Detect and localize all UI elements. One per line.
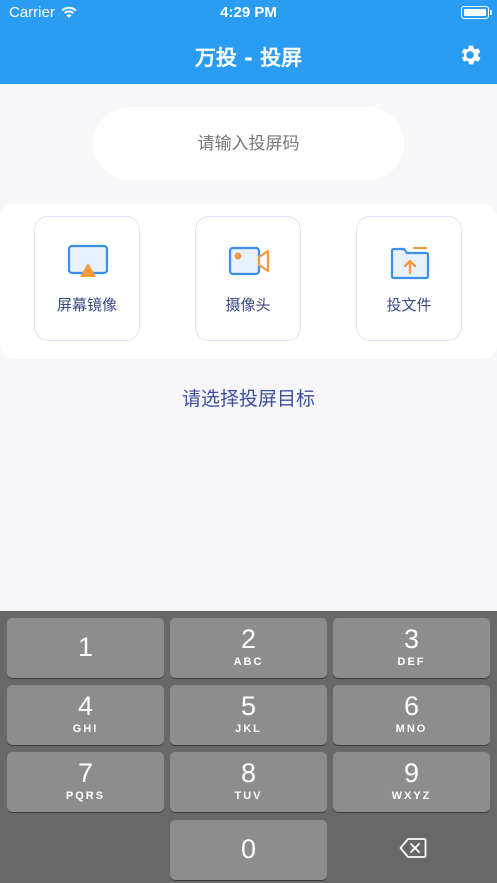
status-time: 4:29 PM: [220, 4, 277, 21]
option-camera[interactable]: 摄像头: [195, 216, 301, 341]
key-9[interactable]: 9 WXYZ: [333, 752, 490, 812]
key-digit: 2: [240, 624, 257, 654]
page-title: 万投 - 投屏: [194, 46, 303, 70]
key-letters: JKL: [235, 723, 262, 735]
key-digit: 9: [403, 758, 420, 788]
gear-icon[interactable]: [457, 42, 483, 68]
option-label: 投文件: [386, 296, 432, 314]
key-digit: 5: [240, 691, 257, 721]
key-letters: PQRS: [65, 790, 106, 802]
option-label: 屏幕镜像: [56, 296, 117, 314]
key-digit: 8: [240, 758, 257, 788]
key-digit: 0: [240, 834, 257, 864]
key-4[interactable]: 4 GHI: [7, 685, 164, 745]
key-3[interactable]: 3 DEF: [333, 618, 490, 678]
key-digit: 4: [77, 691, 94, 721]
option-label: 摄像头: [225, 296, 271, 314]
key-letters: ABC: [233, 656, 264, 668]
key-digit: 1: [77, 632, 94, 662]
key-letters: MNO: [395, 723, 428, 735]
battery-icon: [461, 6, 492, 19]
key-8[interactable]: 8 TUV: [170, 752, 327, 812]
cast-options-card: 屏幕镜像 摄像头 投文件: [0, 204, 497, 359]
key-digit: 6: [403, 691, 420, 721]
key-2[interactable]: 2 ABC: [170, 618, 327, 678]
numeric-keypad: 1 2 ABC 3 DEF 4 GHI 5 JKL 6 MNO 7 PQRS 8…: [0, 611, 497, 883]
key-letters: DEF: [397, 656, 426, 668]
file-upload-icon: [390, 247, 430, 280]
key-digit: 7: [77, 758, 94, 788]
key-0[interactable]: 0: [170, 820, 327, 880]
key-letters: WXYZ: [391, 790, 432, 802]
delete-key[interactable]: [333, 819, 490, 879]
key-6[interactable]: 6 MNO: [333, 685, 490, 745]
status-bar: Carrier 4:29 PM: [0, 0, 497, 26]
select-target-hint: 请选择投屏目标: [181, 388, 315, 410]
key-7[interactable]: 7 PQRS: [7, 752, 164, 812]
key-letters: TUV: [234, 790, 263, 802]
key-5[interactable]: 5 JKL: [170, 685, 327, 745]
camera-icon: [228, 246, 270, 276]
backspace-icon: [399, 838, 427, 858]
key-1[interactable]: 1: [7, 618, 164, 678]
screen-mirror-icon: [67, 244, 109, 277]
app-header: Carrier 4:29 PM 万投 - 投屏: [0, 0, 497, 84]
key-letters: GHI: [72, 723, 99, 735]
option-send-file[interactable]: 投文件: [356, 216, 462, 341]
cast-code-input[interactable]: [93, 107, 404, 180]
key-digit: 3: [403, 624, 420, 654]
option-screen-mirror[interactable]: 屏幕镜像: [34, 216, 140, 341]
